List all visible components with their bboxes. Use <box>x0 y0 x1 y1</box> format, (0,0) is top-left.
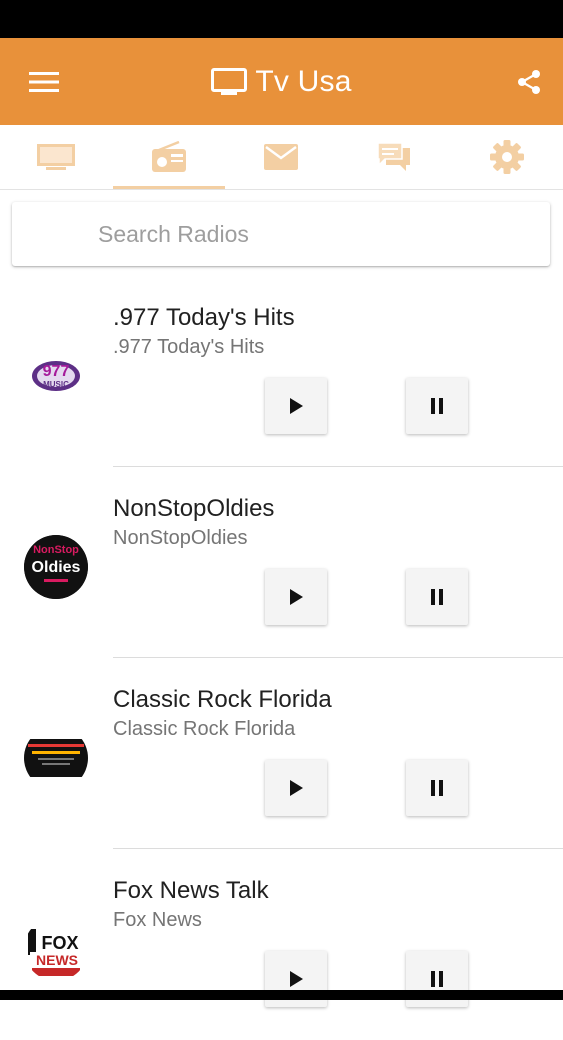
radio-subtitle: NonStopOldies <box>113 527 248 549</box>
radio-subtitle: Fox News <box>113 909 202 931</box>
tv-icon <box>211 67 248 95</box>
tv-icon <box>37 144 76 170</box>
pause-icon <box>431 398 443 414</box>
svg-text:NEWS: NEWS <box>36 952 78 968</box>
radio-item[interactable]: FOX NEWS Fox News Talk Fox News <box>0 849 563 1040</box>
hamburger-menu-icon <box>29 72 59 92</box>
pause-icon <box>431 589 443 605</box>
play-button[interactable] <box>265 569 327 625</box>
play-icon <box>290 589 303 605</box>
search-box <box>12 202 550 266</box>
radio-name: Classic Rock Florida <box>113 686 332 713</box>
play-button[interactable] <box>265 378 327 434</box>
pause-icon <box>431 780 443 796</box>
radio-item[interactable]: NonStop Oldies NonStopOldies NonStopOldi… <box>0 467 563 658</box>
radio-subtitle: .977 Today's Hits <box>113 336 265 358</box>
radio-icon <box>151 141 186 172</box>
svg-text:FOX: FOX <box>41 933 78 953</box>
play-icon <box>290 398 303 414</box>
tab-radio[interactable] <box>112 125 226 189</box>
pause-button[interactable] <box>406 378 468 434</box>
share-icon <box>518 70 540 94</box>
tab-settings[interactable] <box>450 125 563 189</box>
radio-item[interactable]: Classic Rock Florida Classic Rock Florid… <box>0 658 563 849</box>
play-icon <box>290 971 303 987</box>
tab-mail[interactable] <box>225 125 338 189</box>
radio-item[interactable]: 977 MUSIC .977 Today's Hits .977 Today's… <box>0 276 563 467</box>
tab-chat[interactable] <box>338 125 451 189</box>
chat-icon <box>377 142 411 171</box>
radio-subtitle: Classic Rock Florida <box>113 718 296 740</box>
radio-list: 977 MUSIC .977 Today's Hits .977 Today's… <box>0 276 563 1040</box>
pause-icon <box>431 971 443 987</box>
pause-button[interactable] <box>406 760 468 816</box>
app-bar: Tv Usa <box>0 38 563 125</box>
share-button[interactable] <box>507 60 551 104</box>
svg-text:977: 977 <box>43 363 70 380</box>
app-title-group: Tv Usa <box>211 65 351 99</box>
svg-text:NonStop: NonStop <box>33 544 79 556</box>
settings-gear-icon <box>489 140 524 174</box>
radio-logo-nonstopoldies: NonStop Oldies <box>24 535 88 599</box>
search-radios-input[interactable] <box>12 202 550 266</box>
mail-icon <box>264 144 299 170</box>
tab-tv[interactable] <box>0 125 113 189</box>
radio-name: Fox News Talk <box>113 877 269 904</box>
pause-button[interactable] <box>406 569 468 625</box>
radio-logo-fox-news: FOX NEWS <box>24 917 88 981</box>
app-title: Tv Usa <box>255 64 352 98</box>
svg-text:MUSIC: MUSIC <box>43 380 69 389</box>
system-navigation-bar <box>0 990 563 1000</box>
svg-text:Oldies: Oldies <box>32 559 81 576</box>
menu-button[interactable] <box>22 60 66 104</box>
tab-bar <box>0 125 563 190</box>
status-bar <box>0 0 563 38</box>
radio-logo-classic-rock-florida <box>24 726 88 790</box>
radio-name: NonStopOldies <box>113 495 275 522</box>
radio-name: .977 Today's Hits <box>113 304 295 331</box>
radio-logo-977: 977 MUSIC <box>24 344 88 408</box>
play-icon <box>290 780 303 796</box>
play-button[interactable] <box>265 760 327 816</box>
